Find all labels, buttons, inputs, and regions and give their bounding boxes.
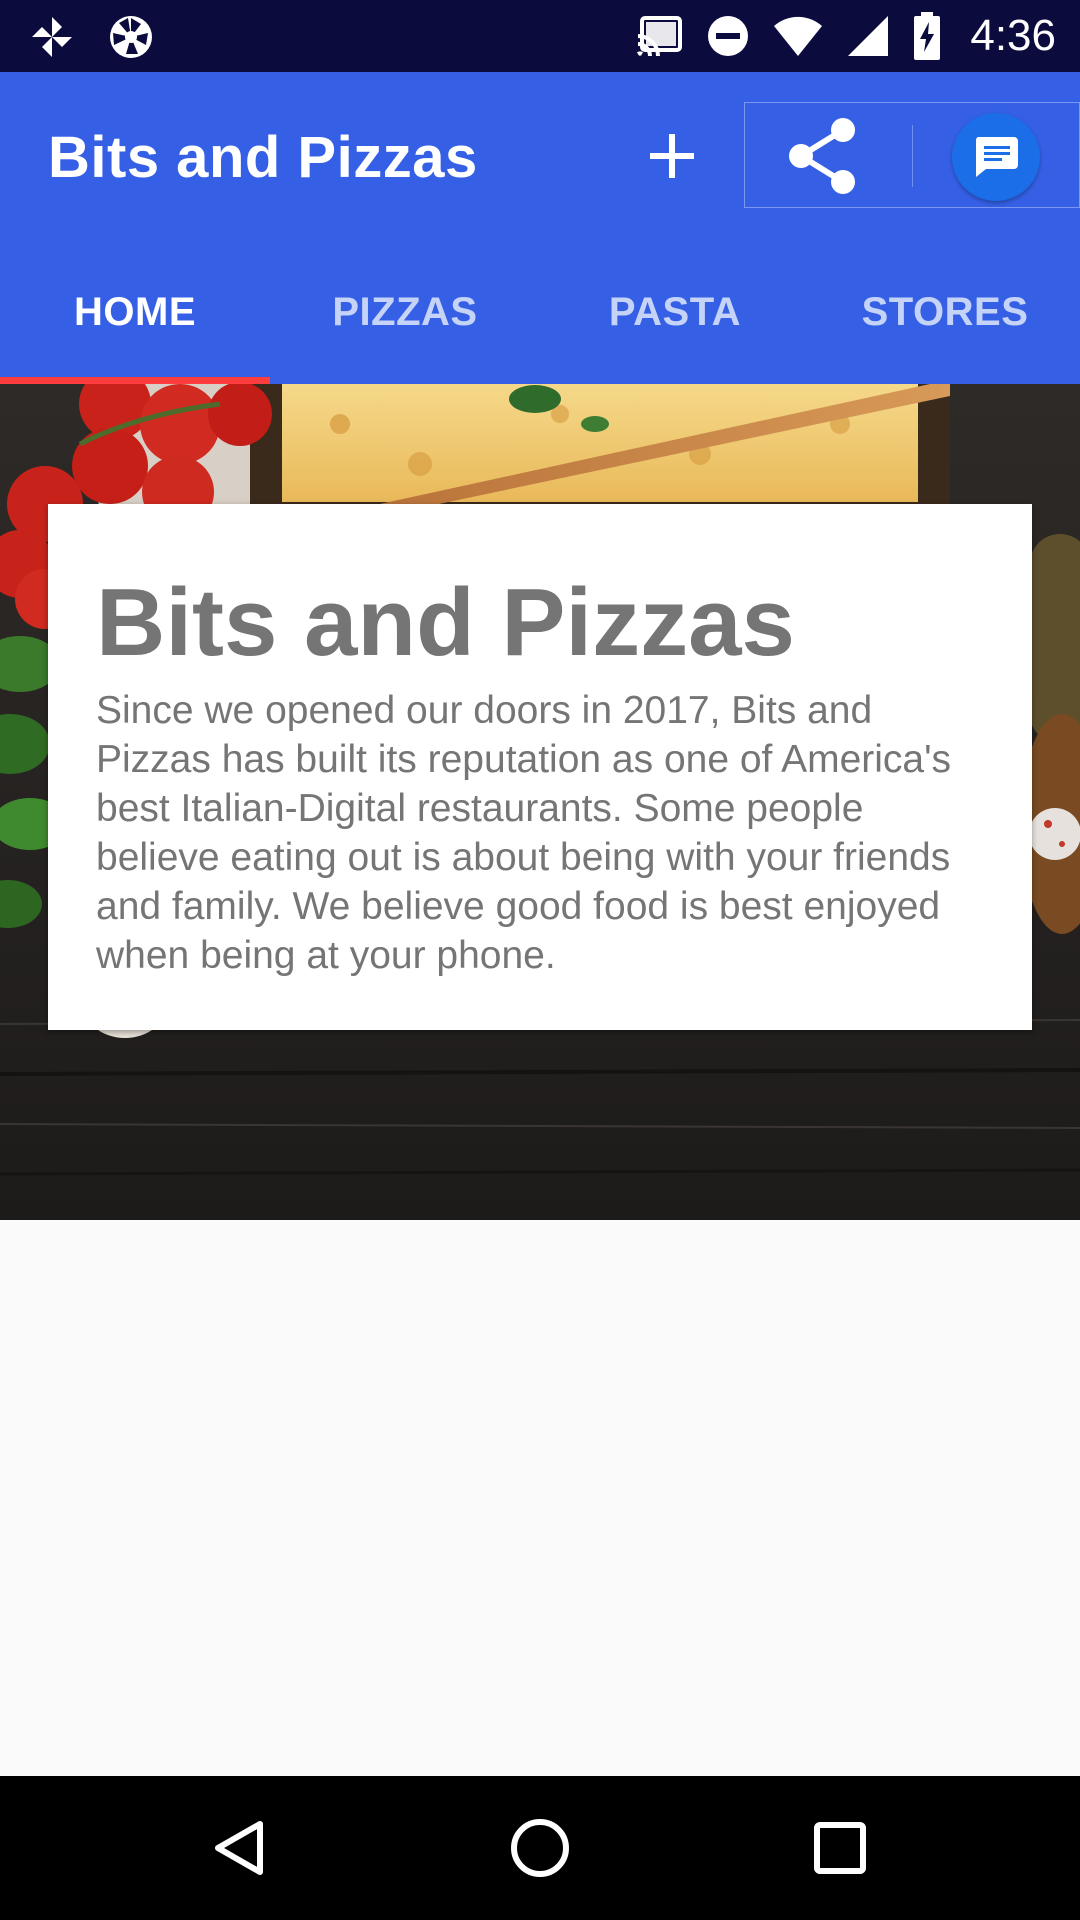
signal-icon xyxy=(846,14,890,58)
screen: 4:36 Bits and Pizzas HOME PIZZAS PASTA S… xyxy=(0,0,1080,1920)
action-group xyxy=(744,102,1080,208)
tab-bar: HOME PIZZAS PASTA STORES xyxy=(0,240,1080,384)
tab-stores[interactable]: STORES xyxy=(810,240,1080,384)
back-button[interactable] xyxy=(202,1810,278,1886)
card-title: Bits and Pizzas xyxy=(96,569,795,676)
tab-home[interactable]: HOME xyxy=(0,240,270,384)
tab-pizzas[interactable]: PIZZAS xyxy=(270,240,540,384)
home-icon xyxy=(511,1819,569,1877)
add-button[interactable] xyxy=(634,118,710,194)
back-icon xyxy=(215,1821,263,1875)
status-bar: 4:36 xyxy=(0,0,1080,72)
home-button[interactable] xyxy=(502,1810,578,1886)
tab-indicator xyxy=(0,377,270,384)
content-blank-area xyxy=(0,1220,1080,1776)
intro-card: Bits and Pizzas Since we opened our door… xyxy=(48,504,1032,1030)
share-icon xyxy=(789,118,855,194)
plus-icon xyxy=(650,134,694,178)
pinwheel-icon xyxy=(30,15,74,59)
card-body-text: Since we opened our doors in 2017, Bits … xyxy=(96,689,952,977)
wifi-icon xyxy=(772,14,824,58)
chat-button[interactable] xyxy=(952,113,1040,201)
aperture-icon xyxy=(108,14,154,60)
app-title: Bits and Pizzas xyxy=(48,125,478,190)
do-not-disturb-icon xyxy=(706,14,750,58)
recents-icon xyxy=(814,1822,866,1874)
share-button[interactable] xyxy=(775,113,871,199)
battery-charging-icon xyxy=(912,12,942,60)
status-time: 4:36 xyxy=(970,11,1056,60)
navigation-bar xyxy=(0,1776,1080,1920)
action-divider xyxy=(912,125,913,187)
tab-pasta[interactable]: PASTA xyxy=(540,240,810,384)
recents-button[interactable] xyxy=(802,1810,878,1886)
chat-icon xyxy=(975,137,1018,177)
cast-icon xyxy=(636,14,684,58)
